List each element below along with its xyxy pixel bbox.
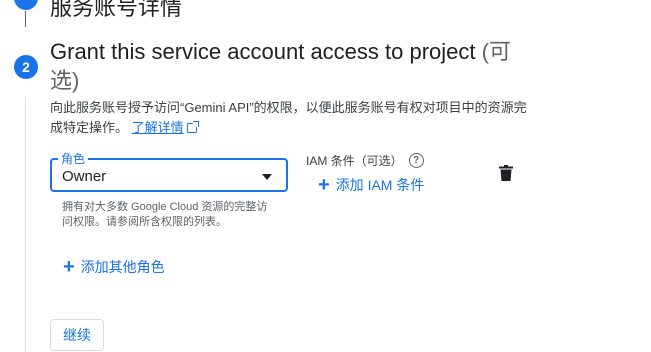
iam-condition-label: IAM 条件（可选） <box>306 154 403 168</box>
step1-connector <box>25 11 26 27</box>
learn-more-link[interactable]: 了解详情 <box>131 120 199 135</box>
add-iam-condition-label: 添加 IAM 条件 <box>335 177 425 193</box>
trash-icon[interactable] <box>499 165 513 181</box>
description-text: 向此服务账号授予访问“Gemini API”的权限，以便此服务账号有权对项目中的… <box>50 100 527 135</box>
external-link-icon <box>186 121 199 133</box>
role-field-label: 角色 <box>58 152 89 166</box>
step2-number-badge: 2 <box>14 55 38 79</box>
continue-button[interactable]: 继续 <box>50 319 104 351</box>
plus-icon: + <box>318 174 330 196</box>
step2-connector <box>25 97 26 352</box>
step2-title-text: Grant this service account access to pro… <box>50 39 476 64</box>
arrow-drop-down-icon[interactable] <box>262 174 272 180</box>
iam-condition-header: IAM 条件（可选） ? <box>306 152 424 169</box>
step2-description: 向此服务账号授予访问“Gemini API”的权限，以便此服务账号有权对项目中的… <box>50 98 530 138</box>
learn-more-label: 了解详情 <box>131 120 184 135</box>
role-hint-text: 拥有对大多数 Google Cloud 资源的完整访问权限。请参阅所含权限的列表… <box>62 201 268 228</box>
step1-circle <box>14 0 38 10</box>
step1-title: 服务账号详情 <box>50 0 183 20</box>
plus-icon: + <box>63 256 75 278</box>
add-another-role-button[interactable]: + 添加其他角色 <box>63 257 165 277</box>
add-iam-condition-button[interactable]: + 添加 IAM 条件 <box>318 175 424 195</box>
help-icon[interactable]: ? <box>408 153 424 168</box>
role-selected-value: Owner <box>62 168 107 185</box>
add-another-role-label: 添加其他角色 <box>80 259 165 275</box>
step2-title: Grant this service account access to pro… <box>50 37 530 95</box>
